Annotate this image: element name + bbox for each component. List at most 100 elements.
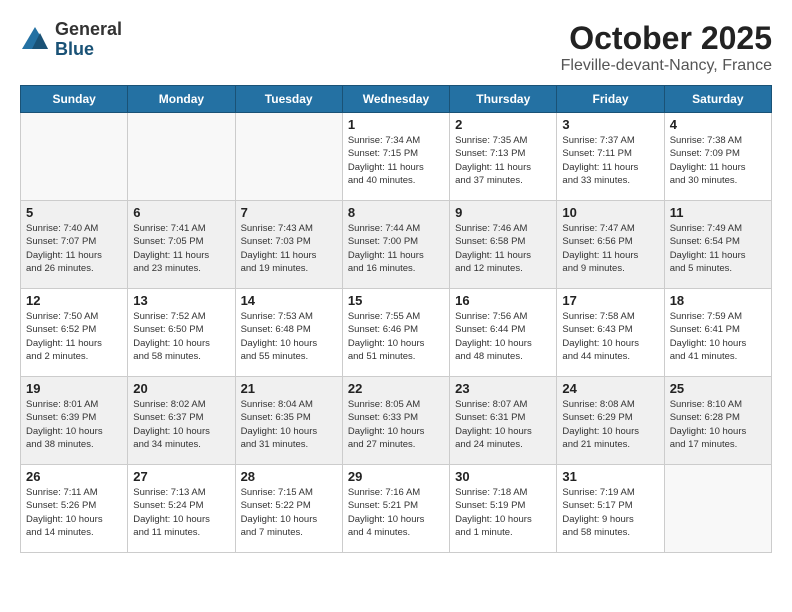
day-info: Sunrise: 7:40 AM Sunset: 7:07 PM Dayligh… [26,222,122,275]
day-cell: 8Sunrise: 7:44 AM Sunset: 7:00 PM Daylig… [342,201,449,289]
day-info: Sunrise: 8:10 AM Sunset: 6:28 PM Dayligh… [670,398,766,451]
day-number: 6 [133,205,229,220]
day-info: Sunrise: 8:08 AM Sunset: 6:29 PM Dayligh… [562,398,658,451]
logo: General Blue [20,20,122,60]
day-number: 27 [133,469,229,484]
day-number: 20 [133,381,229,396]
day-cell: 30Sunrise: 7:18 AM Sunset: 5:19 PM Dayli… [450,465,557,553]
day-cell [128,113,235,201]
location: Fleville-devant-Nancy, France [561,57,772,75]
day-info: Sunrise: 7:41 AM Sunset: 7:05 PM Dayligh… [133,222,229,275]
day-number: 17 [562,293,658,308]
day-info: Sunrise: 7:43 AM Sunset: 7:03 PM Dayligh… [241,222,337,275]
day-info: Sunrise: 8:07 AM Sunset: 6:31 PM Dayligh… [455,398,551,451]
day-number: 30 [455,469,551,484]
day-info: Sunrise: 7:19 AM Sunset: 5:17 PM Dayligh… [562,486,658,539]
week-row-1: 1 Sunrise: 7:34 AM Sunset: 7:15 PM Daylig… [21,113,772,201]
calendar: SundayMondayTuesdayWednesdayThursdayFrid… [20,85,772,553]
day-cell: 31 Sunrise: 7:19 AM Sunset: 5:17 PM Dayli… [557,465,664,553]
day-cell: 2 Sunrise: 7:35 AM Sunset: 7:13 PM Daylig… [450,113,557,201]
day-cell: 17 Sunrise: 7:58 AM Sunset: 6:43 PM Dayli… [557,289,664,377]
day-info: Sunrise: 7:11 AM Sunset: 5:26 PM Dayligh… [26,486,122,539]
day-number: 2 [455,117,551,132]
day-number: 4 [670,117,766,132]
day-cell: 19 Sunrise: 8:01 AM Sunset: 6:39 PM Dayli… [21,377,128,465]
logo-text: General Blue [55,20,122,60]
day-header-monday: Monday [128,86,235,113]
day-header-tuesday: Tuesday [235,86,342,113]
day-header-wednesday: Wednesday [342,86,449,113]
day-cell: 7 Sunrise: 7:43 AM Sunset: 7:03 PM Daylig… [235,201,342,289]
day-info: Sunrise: 7:16 AM Sunset: 5:21 PM Dayligh… [348,486,444,539]
day-info: Sunrise: 7:34 AM Sunset: 7:15 PM Dayligh… [348,134,444,187]
day-cell: 20 Sunrise: 8:02 AM Sunset: 6:37 PM Dayli… [128,377,235,465]
day-cell: 29 Sunrise: 7:16 AM Sunset: 5:21 PM Dayli… [342,465,449,553]
day-cell: 9 Sunrise: 7:46 AM Sunset: 6:58 PM Daylig… [450,201,557,289]
day-number: 7 [241,205,337,220]
day-number: 14 [241,293,337,308]
day-number: 3 [562,117,658,132]
day-cell: 4 Sunrise: 7:38 AM Sunset: 7:09 PM Daylig… [664,113,771,201]
day-header-thursday: Thursday [450,86,557,113]
day-number: 15 [348,293,444,308]
day-header-sunday: Sunday [21,86,128,113]
title-area: October 2025 Fleville-devant-Nancy, Fran… [561,20,772,75]
day-cell: 10 Sunrise: 7:47 AM Sunset: 6:56 PM Dayli… [557,201,664,289]
day-number: 16 [455,293,551,308]
day-cell: 27 Sunrise: 7:13 AM Sunset: 5:24 PM Dayli… [128,465,235,553]
day-number: 5 [26,205,122,220]
day-info: Sunrise: 8:02 AM Sunset: 6:37 PM Dayligh… [133,398,229,451]
day-info: Sunrise: 7:52 AM Sunset: 6:50 PM Dayligh… [133,310,229,363]
header: General Blue October 2025 Fleville-devan… [20,20,772,75]
day-cell: 23 Sunrise: 8:07 AM Sunset: 6:31 PM Dayli… [450,377,557,465]
day-info: Sunrise: 7:47 AM Sunset: 6:56 PM Dayligh… [562,222,658,275]
week-row-2: 5 Sunrise: 7:40 AM Sunset: 7:07 PM Daylig… [21,201,772,289]
day-header-friday: Friday [557,86,664,113]
week-row-3: 12Sunrise: 7:50 AM Sunset: 6:52 PM Dayli… [21,289,772,377]
day-number: 29 [348,469,444,484]
day-number: 10 [562,205,658,220]
day-cell: 14 Sunrise: 7:53 AM Sunset: 6:48 PM Dayli… [235,289,342,377]
day-cell: 3Sunrise: 7:37 AM Sunset: 7:11 PM Daylig… [557,113,664,201]
day-info: Sunrise: 7:55 AM Sunset: 6:46 PM Dayligh… [348,310,444,363]
header-row: SundayMondayTuesdayWednesdayThursdayFrid… [21,86,772,113]
day-number: 1 [348,117,444,132]
day-number: 8 [348,205,444,220]
day-info: Sunrise: 7:46 AM Sunset: 6:58 PM Dayligh… [455,222,551,275]
week-row-5: 26Sunrise: 7:11 AM Sunset: 5:26 PM Dayli… [21,465,772,553]
day-info: Sunrise: 7:38 AM Sunset: 7:09 PM Dayligh… [670,134,766,187]
day-info: Sunrise: 7:49 AM Sunset: 6:54 PM Dayligh… [670,222,766,275]
day-number: 11 [670,205,766,220]
day-cell [21,113,128,201]
day-number: 28 [241,469,337,484]
day-cell: 18Sunrise: 7:59 AM Sunset: 6:41 PM Dayli… [664,289,771,377]
day-info: Sunrise: 7:13 AM Sunset: 5:24 PM Dayligh… [133,486,229,539]
logo-general: General [55,20,122,40]
day-cell: 15 Sunrise: 7:55 AM Sunset: 6:46 PM Dayli… [342,289,449,377]
day-number: 21 [241,381,337,396]
day-number: 23 [455,381,551,396]
day-info: Sunrise: 7:50 AM Sunset: 6:52 PM Dayligh… [26,310,122,363]
day-info: Sunrise: 7:35 AM Sunset: 7:13 PM Dayligh… [455,134,551,187]
day-cell [235,113,342,201]
day-cell: 1 Sunrise: 7:34 AM Sunset: 7:15 PM Daylig… [342,113,449,201]
day-info: Sunrise: 8:04 AM Sunset: 6:35 PM Dayligh… [241,398,337,451]
day-number: 31 [562,469,658,484]
day-info: Sunrise: 8:01 AM Sunset: 6:39 PM Dayligh… [26,398,122,451]
day-cell: 11 Sunrise: 7:49 AM Sunset: 6:54 PM Dayli… [664,201,771,289]
day-cell: 22 Sunrise: 8:05 AM Sunset: 6:33 PM Dayli… [342,377,449,465]
day-info: Sunrise: 7:53 AM Sunset: 6:48 PM Dayligh… [241,310,337,363]
day-number: 22 [348,381,444,396]
day-info: Sunrise: 8:05 AM Sunset: 6:33 PM Dayligh… [348,398,444,451]
day-number: 24 [562,381,658,396]
day-cell [664,465,771,553]
day-cell: 13 Sunrise: 7:52 AM Sunset: 6:50 PM Dayli… [128,289,235,377]
day-number: 13 [133,293,229,308]
day-cell: 6 Sunrise: 7:41 AM Sunset: 7:05 PM Daylig… [128,201,235,289]
week-row-4: 19 Sunrise: 8:01 AM Sunset: 6:39 PM Dayli… [21,377,772,465]
day-info: Sunrise: 7:58 AM Sunset: 6:43 PM Dayligh… [562,310,658,363]
day-info: Sunrise: 7:59 AM Sunset: 6:41 PM Dayligh… [670,310,766,363]
day-number: 19 [26,381,122,396]
logo-icon [20,25,50,55]
day-number: 9 [455,205,551,220]
